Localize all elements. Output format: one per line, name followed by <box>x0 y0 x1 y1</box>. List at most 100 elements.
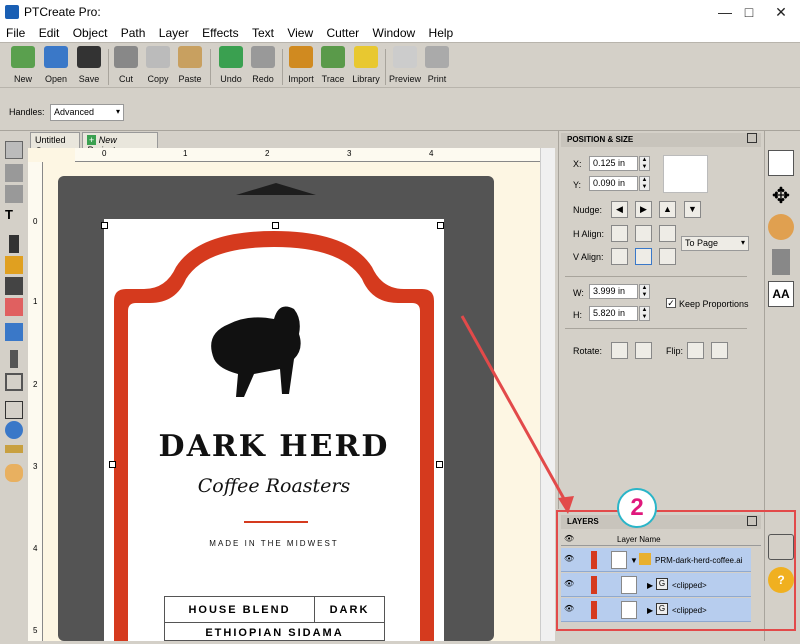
document-tabs: Untitled ⊗ + New Project... <box>28 131 558 155</box>
redo-button[interactable]: Redo <box>246 46 280 88</box>
chevron-down-icon: ▾ <box>115 107 120 116</box>
y-input[interactable]: 0.090 in <box>589 176 638 191</box>
select-arrow-icon[interactable] <box>5 141 23 159</box>
plus-icon: + <box>87 135 97 145</box>
align-bottom-button[interactable] <box>659 248 676 265</box>
brand-title: DARK HERD <box>158 429 390 464</box>
save-button[interactable]: Save <box>72 46 106 88</box>
selection-handle[interactable] <box>272 222 279 229</box>
library-button[interactable]: Library <box>349 46 383 88</box>
menu-file[interactable]: File <box>6 24 25 40</box>
eyedropper-icon[interactable] <box>10 350 18 368</box>
flip-horizontal-button[interactable] <box>687 342 704 359</box>
ruler-icon[interactable] <box>5 445 23 453</box>
ruler-label: 0 <box>33 217 38 226</box>
nudge-up-button[interactable]: ▲ <box>659 201 676 218</box>
paste-icon <box>178 46 202 68</box>
node-edit-icon[interactable] <box>5 164 23 182</box>
handles-select[interactable]: Advanced ▾ <box>50 104 124 121</box>
table-cell: ETHIOPIAN SIDAMA <box>205 627 344 639</box>
table-cell: DARK <box>315 597 384 623</box>
copy-button[interactable]: Copy <box>141 46 175 88</box>
keep-proportions-checkbox[interactable]: ✓ <box>666 298 676 308</box>
menu-effects[interactable]: Effects <box>202 24 238 40</box>
divider <box>565 276 747 277</box>
brush-icon[interactable] <box>5 277 23 295</box>
align-middle-button[interactable] <box>635 248 652 265</box>
copy-icon <box>146 46 170 68</box>
zoom-icon[interactable] <box>5 421 23 439</box>
panel-float-icon[interactable] <box>747 133 757 143</box>
title-bar: PTCreate Pro: — □ ✕ <box>0 0 800 24</box>
window-title: PTCreate Pro: <box>24 5 101 19</box>
ruler-label: 3 <box>33 462 38 471</box>
ruler-label: 0 <box>102 149 107 158</box>
selection-handle[interactable] <box>109 461 116 468</box>
open-button[interactable]: Open <box>39 46 73 88</box>
trace-button[interactable]: Trace <box>316 46 350 88</box>
align-left-button[interactable] <box>611 225 628 242</box>
menu-path[interactable]: Path <box>121 24 146 40</box>
shape-tool-icon[interactable] <box>5 323 23 341</box>
align-top-button[interactable] <box>611 248 628 265</box>
align-right-button[interactable] <box>659 225 676 242</box>
nudge-right-button[interactable]: ▶ <box>635 201 652 218</box>
cut-button[interactable]: Cut <box>109 46 143 88</box>
pencil-icon[interactable] <box>5 256 23 274</box>
height-stepper[interactable]: ▲ ▼ <box>639 306 650 321</box>
import-button[interactable]: Import <box>284 46 318 88</box>
align-center-button[interactable] <box>635 225 652 242</box>
print-button[interactable]: Print <box>420 46 454 88</box>
y-stepper[interactable]: ▲ ▼ <box>639 176 650 191</box>
selection-handle[interactable] <box>437 222 444 229</box>
menu-cutter[interactable]: Cutter <box>326 24 359 40</box>
tab-new-project[interactable]: + New Project... <box>82 132 158 155</box>
x-stepper[interactable]: ▲ ▼ <box>639 156 650 171</box>
preview-button[interactable]: Preview <box>388 46 422 88</box>
callout-highlight <box>556 510 796 631</box>
x-input[interactable]: 0.125 in <box>589 156 638 171</box>
eraser-icon[interactable] <box>5 298 23 316</box>
menu-layer[interactable]: Layer <box>159 24 189 40</box>
ruler-label: 3 <box>347 149 352 158</box>
document-icon[interactable] <box>768 150 794 176</box>
paste-button[interactable]: Paste <box>173 46 207 88</box>
hand-icon[interactable] <box>5 464 23 482</box>
move-arrows-icon[interactable]: ✥ <box>768 183 794 209</box>
callout-number: 2 <box>617 488 657 528</box>
menu-object[interactable]: Object <box>73 24 108 40</box>
app-icon <box>5 5 19 19</box>
wrench-icon[interactable] <box>772 249 790 275</box>
menu-view[interactable]: View <box>287 24 313 40</box>
pen-icon[interactable] <box>9 235 19 253</box>
new-button[interactable]: New <box>6 46 40 88</box>
text-style-icon[interactable]: AA <box>768 281 794 307</box>
menu-edit[interactable]: Edit <box>39 24 60 40</box>
ruler-label: 2 <box>265 149 270 158</box>
text-tool-icon[interactable]: T <box>5 207 23 225</box>
menu-text[interactable]: Text <box>252 24 274 40</box>
anchor-grid[interactable] <box>663 155 708 193</box>
align-to-select[interactable]: To Page ▾ <box>681 236 749 251</box>
menu-help[interactable]: Help <box>429 24 454 40</box>
undo-button[interactable]: Undo <box>214 46 248 88</box>
tab-untitled[interactable]: Untitled ⊗ <box>30 132 80 155</box>
palette-icon[interactable] <box>768 214 794 240</box>
close-button[interactable]: ✕ <box>758 0 800 24</box>
rotate-ccw-button[interactable] <box>611 342 628 359</box>
nudge-left-button[interactable]: ◀ <box>611 201 628 218</box>
frame-icon[interactable] <box>5 373 23 391</box>
main-toolbar: New Open Save Cut Copy Paste Undo Redo I… <box>0 42 800 88</box>
rotate-cw-button[interactable] <box>635 342 652 359</box>
width-stepper[interactable]: ▲ ▼ <box>639 284 650 299</box>
flip-vertical-button[interactable] <box>711 342 728 359</box>
crop-icon[interactable] <box>5 401 23 419</box>
nudge-down-button[interactable]: ▼ <box>684 201 701 218</box>
height-input[interactable]: 5.820 in <box>589 306 638 321</box>
selection-handle[interactable] <box>101 222 108 229</box>
document-page[interactable]: DARK HERD Coffee Roasters MADE IN THE MI… <box>101 219 444 641</box>
direct-select-icon[interactable] <box>5 185 23 203</box>
menu-window[interactable]: Window <box>373 24 416 40</box>
keep-proportions-label: Keep Proportions <box>679 299 749 309</box>
width-input[interactable]: 3.999 in <box>589 284 638 299</box>
